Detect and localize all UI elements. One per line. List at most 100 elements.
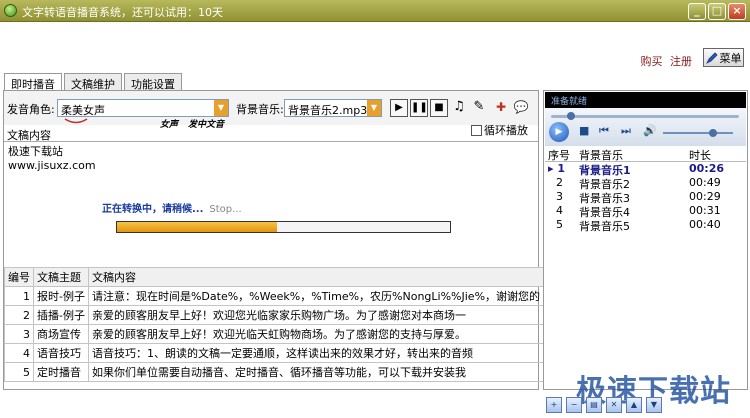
content-line: 极速下载站	[8, 145, 63, 158]
music-label: 背景音乐:	[236, 103, 284, 116]
close-button[interactable]: ×	[728, 3, 746, 20]
progress-status: 正在转换中，请稍候... Stop...	[102, 200, 242, 215]
row-index: 1	[4, 286, 34, 306]
register-link[interactable]: 注册	[670, 55, 692, 68]
buy-link[interactable]: 购买	[641, 55, 663, 68]
voice-hint-female: 女声	[160, 120, 179, 130]
volume-icon[interactable]: 🔊	[643, 124, 657, 137]
playlist-index: ▸ 1	[548, 162, 566, 175]
playlist-name: 背景音乐5	[579, 220, 630, 233]
playlist-row[interactable]: 4 背景音乐4 00:31	[545, 204, 746, 219]
playlist-row[interactable]: 3 背景音乐3 00:29	[545, 190, 746, 205]
progress-bar-fill	[117, 222, 277, 232]
playlist-row[interactable]: 2 背景音乐2 00:49	[545, 176, 746, 191]
voice-select[interactable]: 柔美女声 ▼	[57, 99, 229, 117]
column-header: 背景音乐	[579, 149, 623, 162]
row-topic: 语音技巧	[33, 343, 89, 363]
column-header[interactable]: 文稿内容	[87, 267, 545, 287]
row-index: 5	[4, 362, 34, 382]
add-music-icon[interactable]: +	[546, 397, 562, 413]
table-row[interactable]: 1 报时-例子 请注意：现在时间是%Date%，%Week%，%Time%，农历…	[4, 286, 545, 306]
menu-button[interactable]: 菜单	[703, 48, 744, 67]
player-status: 准备就绪	[545, 92, 746, 108]
app-icon	[4, 4, 17, 17]
playlist-toolbar: + − ▤ ✕ ▲ ▼	[546, 397, 662, 413]
voice-hint-chinese: 发中文音	[188, 120, 225, 130]
chat-bubble-icon[interactable]: 💬	[512, 99, 530, 117]
checkbox-box[interactable]	[471, 124, 482, 136]
move-up-icon[interactable]: ▲	[626, 397, 642, 413]
playlist-duration: 00:40	[689, 218, 721, 231]
music-select[interactable]: 背景音乐2.mp3 ▼	[284, 99, 382, 117]
playlist-duration: 00:29	[689, 190, 721, 203]
playlist-name: 背景音乐2	[579, 178, 630, 191]
music-note-icon[interactable]: ♫	[450, 99, 468, 117]
progress-text: 正在转换中，请稍候...	[102, 204, 204, 215]
table-row[interactable]: 3 商场宣传 亲爱的顾客朋友早上好！欢迎光临天虹购物商场。为了感谢您的支持与厚爱…	[4, 324, 545, 344]
move-down-icon[interactable]: ▼	[646, 397, 662, 413]
row-topic: 商场宣传	[33, 324, 89, 344]
loop-checkbox[interactable]: 循环播放	[471, 122, 528, 138]
add-script-icon[interactable]: ✚	[492, 99, 510, 117]
playlist-index: 4	[556, 204, 563, 217]
maximize-button[interactable]: □	[708, 3, 726, 20]
pen-icon	[705, 51, 718, 64]
row-content: 亲爱的顾客朋友早上好！欢迎光临天虹购物商场。为了感谢您的支持与厚爱。	[87, 324, 545, 344]
red-curve-icon	[64, 118, 88, 124]
stop-link[interactable]: Stop...	[209, 204, 241, 215]
minimize-button[interactable]: _	[688, 3, 706, 20]
music-playlist: 序号 背景音乐 时长 ▸ 1 背景音乐1 00:26 2 背景音乐2 00:49…	[545, 147, 746, 233]
row-content: 如果你们单位需要自动播音、定时播音、循环播音等功能，可以下载并安装我	[87, 362, 545, 382]
column-header: 序号	[548, 149, 570, 162]
row-content: 亲爱的顾客朋友早上好！欢迎您光临家家乐购物广场。为了感谢您对本商场一	[87, 305, 545, 325]
tab-script-maintenance[interactable]: 文稿维护	[64, 73, 122, 91]
title-bar: 文字转语音播音系统，还可以试用：10天 _ □ ×	[0, 0, 750, 22]
column-header[interactable]: 编号	[4, 267, 34, 287]
seek-track[interactable]	[551, 115, 739, 118]
music-select-value: 背景音乐2.mp3	[288, 104, 368, 117]
volume-handle[interactable]	[709, 129, 717, 137]
account-links: 购买 注册	[637, 53, 693, 69]
column-header[interactable]: 文稿主题	[33, 267, 89, 287]
pen-icon[interactable]: ✎	[470, 99, 488, 117]
volume-track[interactable]	[663, 132, 733, 134]
chevron-down-icon: ▼	[214, 100, 228, 116]
delete-icon[interactable]: ✕	[606, 397, 622, 413]
table-row[interactable]: 5 定时播音 如果你们单位需要自动播音、定时播音、循环播音等功能，可以下载并安装…	[4, 362, 545, 382]
player-prev-icon[interactable]: ⏮	[599, 124, 609, 138]
broadcast-panel: 发音角色: 柔美女声 ▼ 背景音乐: 背景音乐2.mp3 ▼ ▶ ❚❚ ■ ♫ …	[3, 90, 545, 390]
player-play-icon[interactable]: ▶	[549, 122, 569, 142]
playlist-row[interactable]: 5 背景音乐5 00:40	[545, 218, 746, 233]
table-row[interactable]: 4 语音技巧 语音技巧：1、朗读的文稿一定要通顺，这样读出来的效果才好，转出来的…	[4, 343, 545, 363]
chevron-down-icon: ▼	[367, 100, 381, 116]
playlist-header: 序号 背景音乐 时长	[545, 147, 746, 162]
playlist-row[interactable]: ▸ 1 背景音乐1 00:26	[545, 162, 746, 177]
playlist-name: 背景音乐4	[579, 206, 630, 219]
menu-button-label: 菜单	[719, 51, 742, 65]
row-topic: 定时播音	[33, 362, 89, 382]
playlist-name: 背景音乐3	[579, 192, 630, 205]
stop-button[interactable]: ■	[430, 99, 448, 117]
row-content: 请注意：现在时间是%Date%，%Week%，%Time%，农历%NongLi%…	[87, 286, 545, 306]
playlist-index: 5	[556, 218, 563, 231]
table-row[interactable]: 2 插播-例子 亲爱的顾客朋友早上好！欢迎您光临家家乐购物广场。为了感谢您对本商…	[4, 305, 545, 325]
content-line: www.jisuxz.com	[8, 159, 96, 172]
playlist-index: 3	[556, 190, 563, 203]
player-next-icon[interactable]: ⏭	[621, 124, 631, 138]
player-stop-icon[interactable]: ■	[579, 124, 589, 137]
pause-button[interactable]: ❚❚	[410, 99, 428, 117]
voice-label: 发音角色:	[7, 103, 55, 116]
playlist-duration: 00:31	[689, 204, 721, 217]
add-folder-icon[interactable]: ▤	[586, 397, 602, 413]
playlist-duration: 00:26	[689, 162, 725, 175]
tab-settings[interactable]: 功能设置	[124, 73, 182, 91]
voice-select-value: 柔美女声	[61, 104, 105, 117]
player-panel: 准备就绪 ▶ ■ ⏮ ⏭ 🔊 序号 背景音乐 时长 ▸ 1 背景音乐1 00:2…	[543, 90, 748, 390]
row-topic: 报时-例子	[33, 286, 89, 306]
play-button[interactable]: ▶	[390, 99, 408, 117]
broadcast-toolbar: 发音角色: 柔美女声 ▼ 背景音乐: 背景音乐2.mp3 ▼ ▶ ❚❚ ■ ♫ …	[4, 91, 538, 130]
remove-music-icon[interactable]: −	[566, 397, 582, 413]
seek-handle[interactable]	[567, 112, 575, 120]
column-header: 时长	[689, 149, 711, 162]
row-index: 2	[4, 305, 34, 325]
